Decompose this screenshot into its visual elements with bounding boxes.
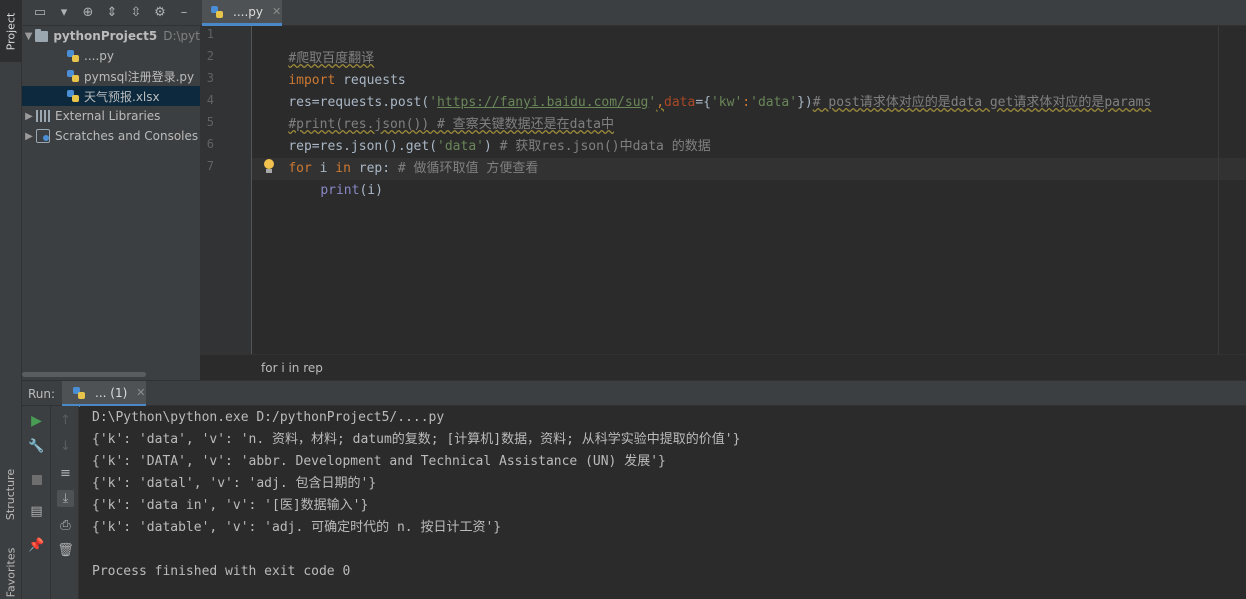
scrollbar-thumb[interactable]	[22, 372, 146, 377]
line-number: 3	[206, 71, 214, 85]
scratches-icon	[36, 129, 50, 143]
scratches-label: Scratches and Consoles	[55, 129, 199, 143]
gear-icon[interactable]: ⚙	[152, 5, 168, 21]
project-tool-tab[interactable]: Project	[0, 0, 22, 62]
chevron-right-icon[interactable]: ▶	[22, 131, 36, 142]
python-file-icon	[66, 49, 80, 63]
external-libraries-label: External Libraries	[55, 109, 161, 123]
python-file-icon	[210, 5, 224, 19]
chevron-right-icon[interactable]: ▶	[22, 111, 36, 122]
soft-wrap-icon[interactable]: ≡	[57, 465, 74, 482]
code-line-1[interactable]: #爬取百度翻译	[257, 26, 374, 66]
breadcrumb-bar: for i in rep	[200, 354, 1246, 380]
rerun-icon[interactable]: ▶	[28, 412, 45, 429]
run-toolbar-primary: ▶ 🔧 ▤ 📌	[22, 406, 51, 599]
lightbulb-icon[interactable]	[262, 158, 276, 176]
trash-icon[interactable]: 🗑	[57, 542, 74, 559]
console-line: {'k': 'DATA', 'v': 'abbr. Development an…	[92, 454, 666, 469]
project-toolbar: ▭ ▾ ⊕ ⇕ ⇳ ⚙ –	[22, 0, 200, 26]
tree-external-libraries[interactable]: ▶ External Libraries	[22, 106, 200, 126]
project-horizontal-scrollbar[interactable]	[22, 369, 200, 379]
chevron-down-icon[interactable]: ▼	[22, 31, 35, 42]
project-tree: ▼ pythonProject5 D:\pyt ....py pymsql注册登…	[22, 26, 200, 380]
pin-icon[interactable]: 📌	[28, 537, 45, 554]
console-line: {'k': 'datal', 'v': 'adj. 包含日期的'}	[92, 476, 377, 491]
run-toolbar-secondary: ↑ ↓ ≡ ⤓ ⎙ 🗑	[51, 406, 79, 599]
right-margin-guide	[1218, 26, 1219, 354]
run-label: Run:	[28, 387, 56, 401]
code-line-7[interactable]: print(i)	[289, 158, 383, 198]
collapse-all-icon[interactable]: ⇳	[128, 5, 144, 21]
tree-root[interactable]: ▼ pythonProject5 D:\pyt	[22, 26, 200, 46]
code-line-3[interactable]: res=requests.post('https://fanyi.baidu.c…	[257, 70, 1151, 110]
left-tool-strip: Project Structure Favorites	[0, 0, 22, 599]
editor-tab[interactable]: ....py ✕	[202, 0, 282, 26]
console-line: Process finished with exit code 0	[92, 564, 351, 579]
code-line-4[interactable]: #print(res.json()) # 查察关键数据还是在data中	[257, 92, 614, 132]
close-icon[interactable]: ✕	[136, 386, 145, 399]
folder-icon	[35, 28, 49, 42]
wrench-icon[interactable]: 🔧	[28, 438, 45, 455]
locate-icon[interactable]: ⊕	[80, 5, 96, 21]
favorites-tool-tab[interactable]: Favorites	[0, 545, 22, 599]
arrow-up-icon[interactable]: ↑	[57, 412, 74, 429]
run-tab[interactable]: ... (1) ✕	[62, 381, 146, 407]
editor-tab-label: ....py	[233, 4, 263, 19]
tree-scratches[interactable]: ▶ Scratches and Consoles	[22, 126, 200, 146]
print-icon[interactable]: ⎙	[57, 517, 74, 534]
tree-file-xlsx[interactable]: 天气预报.xlsx	[22, 86, 200, 106]
expand-all-icon[interactable]: ⇕	[104, 5, 120, 21]
code-line-5[interactable]: rep=res.json().get('data') # 获取res.json(…	[257, 114, 710, 154]
root-path: D:\pyt	[163, 29, 200, 43]
root-label: pythonProject5	[53, 29, 158, 43]
line-number: 4	[206, 93, 214, 107]
code-line-2[interactable]: import requests	[257, 48, 405, 88]
dropdown-icon[interactable]: ▾	[56, 5, 72, 21]
breadcrumb[interactable]: for i in rep	[261, 361, 323, 375]
structure-tool-tab[interactable]: Structure	[0, 458, 22, 530]
line-number: 7	[206, 159, 214, 173]
console-line: D:\Python\python.exe D:/pythonProject5/.…	[92, 410, 445, 425]
console-line: {'k': 'datable', 'v': 'adj. 可确定时代的 n. 按日…	[92, 520, 502, 535]
python-file-icon	[66, 69, 80, 83]
run-console[interactable]: D:\Python\python.exe D:/pythonProject5/.…	[80, 406, 1246, 599]
line-number-gutter: 1 2 3 4 5 6 7	[200, 26, 252, 354]
minimize-icon[interactable]: –	[176, 5, 192, 21]
python-file-icon	[72, 386, 86, 400]
tree-file-pymsql[interactable]: pymsql注册登录.py	[22, 66, 200, 86]
line-number: 6	[206, 137, 214, 151]
close-icon[interactable]: ✕	[272, 5, 281, 18]
arrow-down-icon[interactable]: ↓	[57, 438, 74, 455]
console-line: {'k': 'data', 'v': 'n. 资料，材料; datum的复数; …	[92, 432, 741, 447]
line-number: 1	[206, 27, 214, 41]
scroll-to-end-icon[interactable]: ⤓	[57, 490, 74, 507]
tree-file-label: 天气预报.xlsx	[84, 89, 160, 104]
layout-icon[interactable]: ▭	[32, 5, 48, 21]
editor-tab-bar: ....py ✕	[200, 0, 1246, 26]
tree-file-label: ....py	[84, 49, 114, 63]
code-line-6[interactable]: for i in rep: # 做循环取值 方便查看	[257, 136, 538, 176]
layout-icon[interactable]: ▤	[28, 503, 45, 520]
tree-file-py[interactable]: ....py	[22, 46, 200, 66]
libraries-icon	[36, 110, 50, 122]
tree-file-label: pymsql注册登录.py	[84, 69, 195, 84]
code-editor[interactable]: #爬取百度翻译 import requests res=requests.pos…	[252, 26, 1246, 354]
run-tab-label: ... (1)	[95, 385, 128, 400]
run-panel-header: Run: ... (1) ✕	[22, 380, 1246, 407]
console-line: {'k': 'data in', 'v': '[医]数据输入'}	[92, 498, 369, 513]
line-number: 2	[206, 49, 214, 63]
line-number: 5	[206, 115, 214, 129]
python-file-icon	[66, 89, 80, 103]
stop-icon[interactable]	[28, 471, 45, 488]
